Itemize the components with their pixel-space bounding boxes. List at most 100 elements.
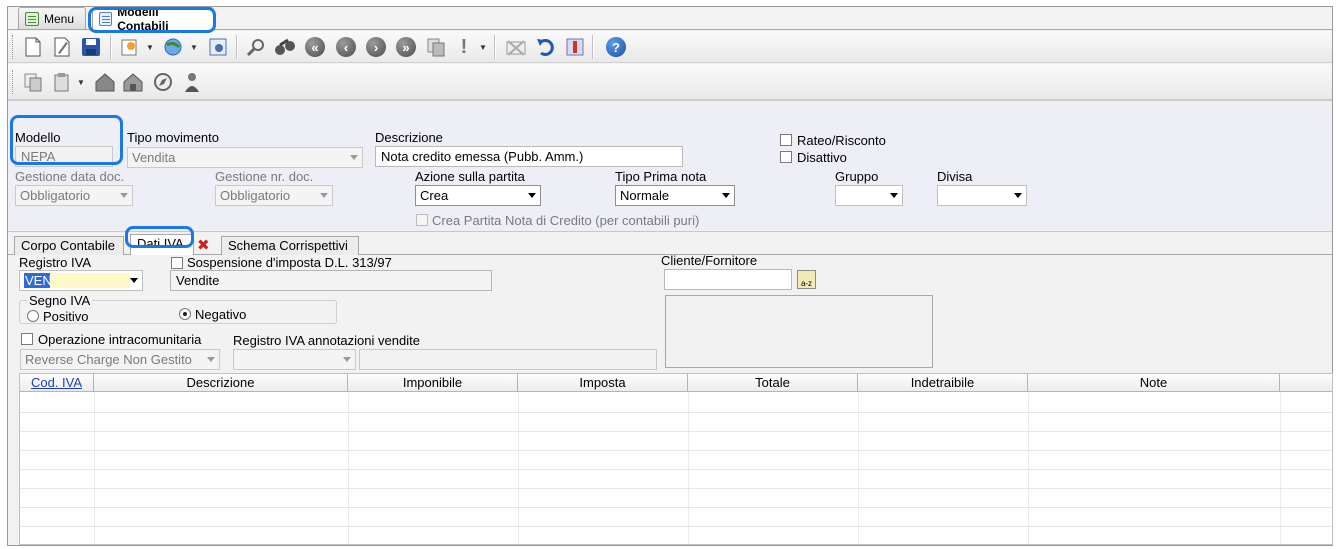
negativo-label: Negativo bbox=[195, 307, 247, 322]
wizard-icon[interactable] bbox=[118, 35, 142, 59]
negativo-radio[interactable] bbox=[179, 308, 191, 320]
highlight-dati-iva bbox=[125, 226, 194, 248]
gestione-nr-select[interactable]: Obbligatorio bbox=[215, 185, 333, 206]
lookup-az-icon[interactable]: a-z bbox=[797, 270, 816, 289]
col-header-imponibile[interactable]: Imponibile bbox=[348, 374, 518, 392]
intracomunitaria-checkbox[interactable] bbox=[21, 333, 33, 345]
col-header-totale[interactable]: Totale bbox=[688, 374, 858, 392]
intracomunitaria-label: Operazione intracomunitaria bbox=[38, 332, 202, 347]
undo-icon[interactable] bbox=[534, 35, 558, 59]
divisa-select[interactable] bbox=[937, 185, 1027, 206]
last-icon[interactable]: » bbox=[394, 35, 418, 59]
settings-icon[interactable] bbox=[206, 35, 230, 59]
help-glyph: ? bbox=[606, 37, 626, 57]
gestione-data-select[interactable]: Obbligatorio bbox=[15, 185, 133, 206]
col-header-cod-iva-label: Cod. IVA bbox=[30, 375, 83, 390]
user-icon[interactable] bbox=[180, 70, 204, 94]
secondary-toolbar: ▼ bbox=[8, 64, 1332, 100]
registro-annotazioni-select[interactable] bbox=[233, 349, 356, 370]
tipo-movimento-label: Tipo movimento bbox=[127, 130, 219, 145]
registro-annotazioni-desc bbox=[359, 349, 657, 370]
search-icon[interactable] bbox=[244, 35, 268, 59]
toolbar-separator bbox=[494, 35, 495, 59]
chevron-down-icon bbox=[350, 155, 358, 160]
toolbar-separator bbox=[592, 35, 593, 59]
grid-row-line bbox=[20, 412, 1332, 413]
help-icon[interactable]: ? bbox=[604, 35, 628, 59]
toolbar-grip[interactable] bbox=[12, 35, 15, 59]
tipo-prima-nota-select[interactable]: Normale bbox=[615, 185, 735, 206]
bookmark-icon[interactable] bbox=[563, 35, 587, 59]
grid-row-line bbox=[20, 450, 1332, 451]
iva-lines-grid[interactable]: Cod. IVA Descrizione Imponibile Imposta … bbox=[19, 373, 1333, 545]
col-header-cod-iva[interactable]: Cod. IVA bbox=[20, 374, 94, 392]
reverse-charge-value: Reverse Charge Non Gestito bbox=[25, 352, 192, 367]
col-header-indetraibile[interactable]: Indetraibile bbox=[858, 374, 1028, 392]
highlight-tab-modelli bbox=[88, 7, 216, 33]
model-header-form: Modello NEPA Tipo movimento Vendita Desc… bbox=[8, 100, 1332, 232]
chevron-down-icon bbox=[722, 193, 730, 198]
rateo-risconto-checkbox[interactable] bbox=[780, 134, 792, 146]
grid-row-line bbox=[20, 488, 1332, 489]
new-document-icon[interactable] bbox=[21, 35, 45, 59]
col-header-note[interactable]: Note bbox=[1028, 374, 1280, 392]
chevron-down-icon bbox=[320, 193, 328, 198]
sospensione-label: Sospensione d'imposta D.L. 313/97 bbox=[187, 255, 392, 270]
toolbar-separator bbox=[110, 35, 111, 59]
col-header-filler bbox=[1280, 374, 1332, 392]
crea-partita-label: Crea Partita Nota di Credito (per contab… bbox=[432, 213, 700, 228]
tab-menu[interactable]: Menu bbox=[18, 7, 86, 29]
positivo-radio[interactable] bbox=[27, 310, 39, 322]
gestione-data-value: Obbligatorio bbox=[20, 188, 91, 203]
col-header-descrizione[interactable]: Descrizione bbox=[94, 374, 348, 392]
sospensione-checkbox[interactable] bbox=[171, 257, 183, 269]
copy-doc-icon[interactable] bbox=[21, 70, 45, 94]
azione-partita-select[interactable]: Crea bbox=[415, 185, 541, 206]
first-icon[interactable]: « bbox=[303, 35, 327, 59]
tab-corpo-contabile[interactable]: Corpo Contabile bbox=[14, 236, 124, 255]
tipo-movimento-select[interactable]: Vendita bbox=[127, 147, 363, 168]
copy-icon[interactable] bbox=[424, 35, 448, 59]
gestione-data-label: Gestione data doc. bbox=[15, 169, 125, 184]
globe-dropdown-icon[interactable]: ▼ bbox=[190, 43, 198, 52]
gruppo-select[interactable] bbox=[835, 185, 903, 206]
disattivo-label: Disattivo bbox=[797, 150, 847, 165]
next-icon[interactable]: › bbox=[364, 35, 388, 59]
segno-iva-label: Segno IVA bbox=[27, 293, 93, 308]
previous-icon[interactable]: ‹ bbox=[334, 35, 358, 59]
registro-iva-input-bg bbox=[50, 273, 130, 288]
disattivo-checkbox[interactable] bbox=[780, 151, 792, 163]
edit-icon[interactable] bbox=[50, 35, 74, 59]
cancel-icon[interactable] bbox=[504, 35, 528, 59]
wizard-dropdown-icon[interactable]: ▼ bbox=[146, 43, 154, 52]
descrizione-field[interactable]: Nota credito emessa (Pubb. Amm.) bbox=[375, 146, 683, 167]
binoculars-icon[interactable] bbox=[273, 35, 297, 59]
col-header-imposta[interactable]: Imposta bbox=[518, 374, 688, 392]
toolbar-grip[interactable] bbox=[12, 70, 15, 94]
house-icon[interactable] bbox=[93, 70, 117, 94]
compass-icon[interactable] bbox=[151, 70, 175, 94]
clipboard-icon[interactable] bbox=[50, 70, 74, 94]
registro-iva-select[interactable]: VEN bbox=[19, 270, 143, 291]
house2-icon[interactable] bbox=[121, 70, 145, 94]
tab-schema-corrispettivi[interactable]: Schema Corrispettivi bbox=[221, 236, 359, 255]
positivo-label: Positivo bbox=[43, 309, 89, 324]
globe-icon[interactable] bbox=[161, 35, 185, 59]
alert-icon[interactable]: ! bbox=[452, 35, 476, 59]
crea-partita-checkbox[interactable] bbox=[416, 214, 428, 226]
close-tab-icon[interactable]: ✖ bbox=[197, 236, 210, 254]
clipboard-dropdown-icon[interactable]: ▼ bbox=[77, 78, 85, 87]
main-toolbar: ▼ ▼ « ‹ › » ! ▼ ? bbox=[8, 31, 1332, 63]
reverse-charge-select[interactable]: Reverse Charge Non Gestito bbox=[20, 349, 220, 370]
rateo-risconto-label: Rateo/Risconto bbox=[797, 133, 886, 148]
highlight-modello bbox=[10, 115, 123, 165]
chevron-down-icon bbox=[528, 193, 536, 198]
save-icon[interactable] bbox=[79, 35, 103, 59]
chevron-down-icon bbox=[890, 193, 898, 198]
gruppo-label: Gruppo bbox=[835, 169, 879, 184]
registro-descrizione-field: Vendite bbox=[170, 270, 492, 291]
lookup-az-label: a-z bbox=[800, 279, 813, 288]
menu-tree-icon bbox=[25, 11, 39, 26]
cliente-fornitore-field[interactable] bbox=[664, 269, 792, 290]
alert-dropdown-icon[interactable]: ▼ bbox=[479, 43, 487, 52]
